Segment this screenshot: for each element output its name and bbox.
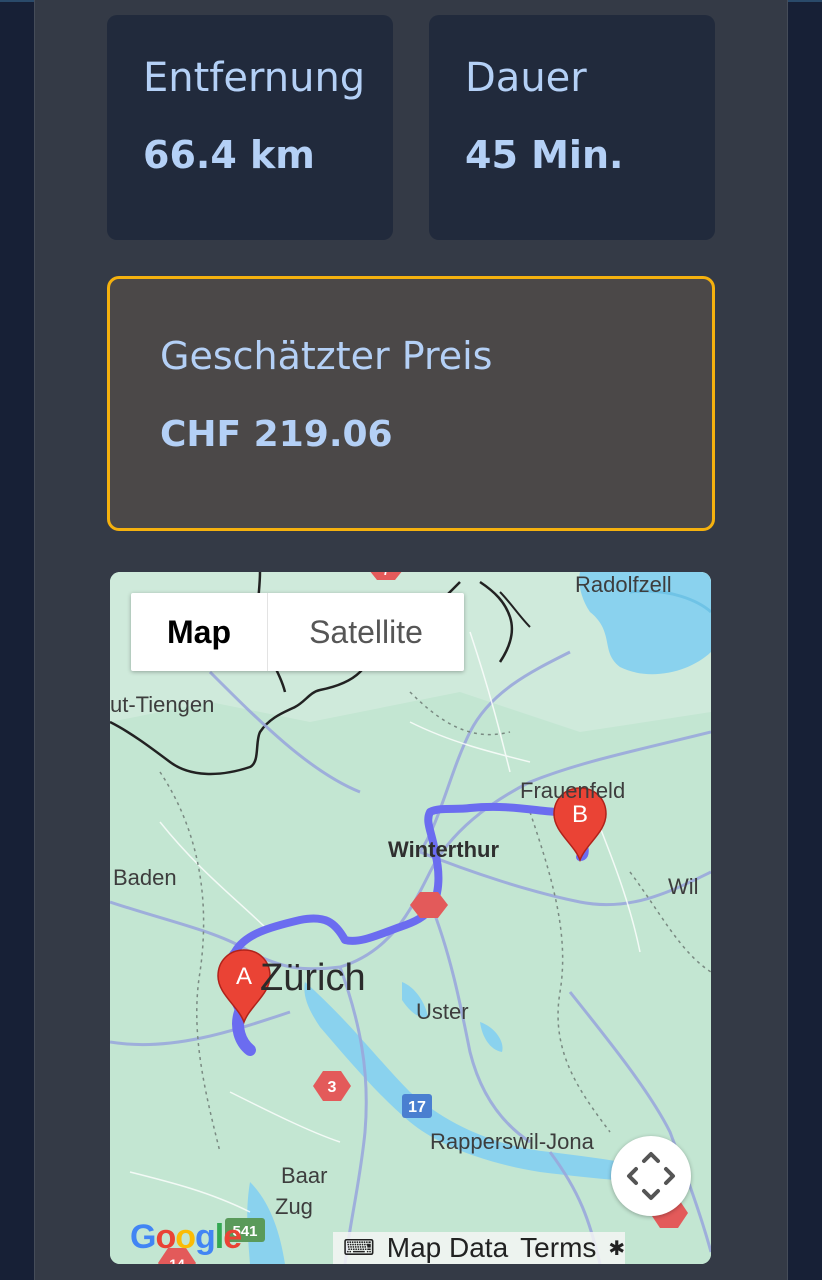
svg-text:17: 17 (408, 1099, 426, 1116)
map-type-satellite-button[interactable]: Satellite (268, 593, 464, 671)
place-zug: Zug (275, 1194, 313, 1219)
place-frauenfeld: Frauenfeld (520, 778, 626, 803)
svg-text:3: 3 (328, 1079, 337, 1096)
road-shield-17: 17 (402, 1094, 432, 1118)
place-baden: Baden (113, 865, 177, 890)
svg-text:B: B (572, 801, 588, 828)
distance-card: Entfernung 66.4 km (107, 15, 393, 240)
route-map[interactable]: 7 3 17 541 14 A B (110, 572, 711, 1264)
place-tiengen: ut-Tiengen (110, 692, 215, 717)
place-winterthur: Winterthur (388, 837, 500, 862)
map-type-control: Map Satellite (131, 593, 464, 671)
place-baar: Baar (281, 1163, 328, 1188)
duration-label: Dauer (465, 55, 587, 101)
map-data-link[interactable]: Map Data (387, 1232, 508, 1264)
svg-text:14: 14 (169, 1256, 185, 1264)
place-radolfzell: Radolfzell (575, 572, 672, 597)
price-label: Geschätzter Preis (160, 334, 493, 378)
map-attribution-bar: ⌨ Map Data Terms ✱ (333, 1232, 626, 1264)
duration-card: Dauer 45 Min. (429, 15, 715, 240)
price-value: CHF 219.06 (160, 414, 393, 455)
distance-value: 66.4 km (143, 133, 315, 177)
keyboard-icon[interactable]: ⌨ (343, 1235, 375, 1261)
map-type-map-button[interactable]: Map (131, 593, 268, 671)
svg-text:7: 7 (383, 572, 390, 578)
place-wil: Wil (668, 874, 699, 899)
move-arrows-icon (627, 1152, 675, 1200)
terms-link[interactable]: Terms (520, 1232, 596, 1264)
place-rapperswil: Rapperswil-Jona (430, 1129, 594, 1154)
svg-text:A: A (236, 963, 252, 990)
map-camera-control-button[interactable] (611, 1136, 691, 1216)
estimated-price-card: Geschätzter Preis CHF 219.06 (107, 276, 715, 531)
distance-label: Entfernung (143, 55, 366, 101)
report-bug-icon[interactable]: ✱ (608, 1236, 625, 1261)
place-zurich: Zürich (260, 957, 366, 999)
google-logo: Google (130, 1218, 242, 1256)
place-uster: Uster (416, 999, 469, 1024)
duration-value: 45 Min. (465, 133, 624, 177)
